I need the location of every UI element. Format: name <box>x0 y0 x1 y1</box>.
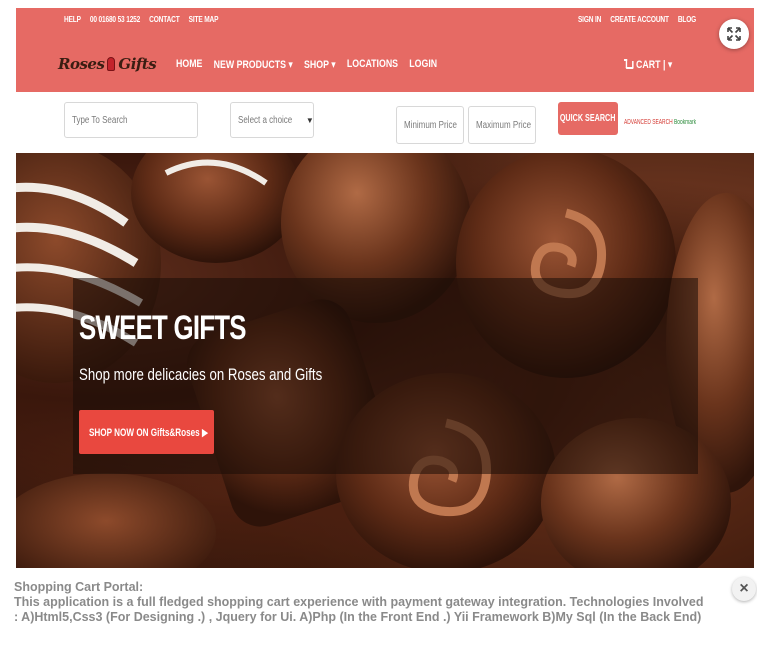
quick-search-button[interactable]: QUICK SEARCH <box>558 102 618 135</box>
search-placeholder: Type To Search <box>72 114 128 126</box>
expand-button[interactable] <box>719 19 749 49</box>
contact-link[interactable]: CONTACT <box>149 15 180 24</box>
bookmark-link[interactable]: Bookmark <box>674 119 696 126</box>
advanced-search-link[interactable]: ADVANCED SEARCH <box>624 119 673 126</box>
phone-number: 00 01680 53 1252 <box>89 15 141 24</box>
min-price-placeholder: Minimum Price <box>404 119 457 131</box>
rose-icon <box>107 57 116 71</box>
nav-home[interactable]: HOME <box>176 58 202 71</box>
site-map-link[interactable]: SITE MAP <box>189 15 219 24</box>
nav-links: HOME NEW PRODUCTS ▾ SHOP ▾ LOCATIONS LOG… <box>176 58 437 71</box>
cart-menu[interactable]: CART | ▾ <box>623 58 672 71</box>
nav-new-products[interactable]: NEW PRODUCTS ▾ <box>214 58 293 71</box>
site-logo[interactable]: Roses Gifts <box>58 55 157 73</box>
shop-now-button[interactable]: SHOP NOW ON Gifts&Roses ▶ <box>79 410 214 454</box>
nav-shop[interactable]: SHOP ▾ <box>304 58 336 71</box>
main-navigation: Roses Gifts HOME NEW PRODUCTS ▾ SHOP ▾ L… <box>58 52 503 76</box>
close-button[interactable]: × <box>732 577 756 601</box>
nav-locations[interactable]: LOCATIONS <box>347 58 398 71</box>
expand-icon <box>727 27 741 41</box>
caption-body: This application is a full fledged shopp… <box>14 595 704 624</box>
search-bar: Type To Search Select a choice ▼ Minimum… <box>16 92 754 153</box>
close-icon: × <box>739 580 749 597</box>
select-value: Select a choice <box>238 114 293 126</box>
blog-link[interactable]: BLOG <box>678 15 696 24</box>
screenshot-frame: HELP 00 01680 53 1252 CONTACT SITE MAP S… <box>16 8 754 568</box>
max-price-input[interactable]: Maximum Price <box>468 106 536 144</box>
cart-icon <box>623 58 634 69</box>
hero-banner: SWEET GIFTS Shop more delicacies on Rose… <box>16 153 754 568</box>
project-caption: Shopping Cart Portal: This application i… <box>14 580 704 625</box>
hero-title: SWEET GIFTS <box>79 309 247 347</box>
site-header: HELP 00 01680 53 1252 CONTACT SITE MAP S… <box>16 8 754 92</box>
max-price-placeholder: Maximum Price <box>476 119 532 131</box>
dropdown-caret-icon: ▼ <box>305 115 314 125</box>
utility-links-left: HELP 00 01680 53 1252 CONTACT SITE MAP <box>64 15 218 24</box>
nav-login[interactable]: LOGIN <box>410 58 438 71</box>
help-link[interactable]: HELP <box>64 15 81 24</box>
hero-subtitle: Shop more delicacies on Roses and Gifts <box>79 365 323 384</box>
shop-now-label: SHOP NOW ON Gifts&Roses ▶ <box>89 426 209 439</box>
utility-links-right: SIGN IN CREATE ACCOUNT BLOG <box>578 15 696 24</box>
logo-text-left: Roses <box>58 55 105 73</box>
min-price-input[interactable]: Minimum Price <box>396 106 464 144</box>
quick-search-label: QUICK SEARCH <box>560 113 616 124</box>
caption-title: Shopping Cart Portal: <box>14 580 144 594</box>
search-input[interactable]: Type To Search <box>64 102 198 138</box>
category-select[interactable]: Select a choice ▼ <box>230 102 314 138</box>
logo-text-right: Gifts <box>118 55 157 73</box>
create-account-link[interactable]: CREATE ACCOUNT <box>610 15 669 24</box>
cart-label: CART | ▾ <box>635 59 672 71</box>
sign-in-link[interactable]: SIGN IN <box>578 15 601 24</box>
